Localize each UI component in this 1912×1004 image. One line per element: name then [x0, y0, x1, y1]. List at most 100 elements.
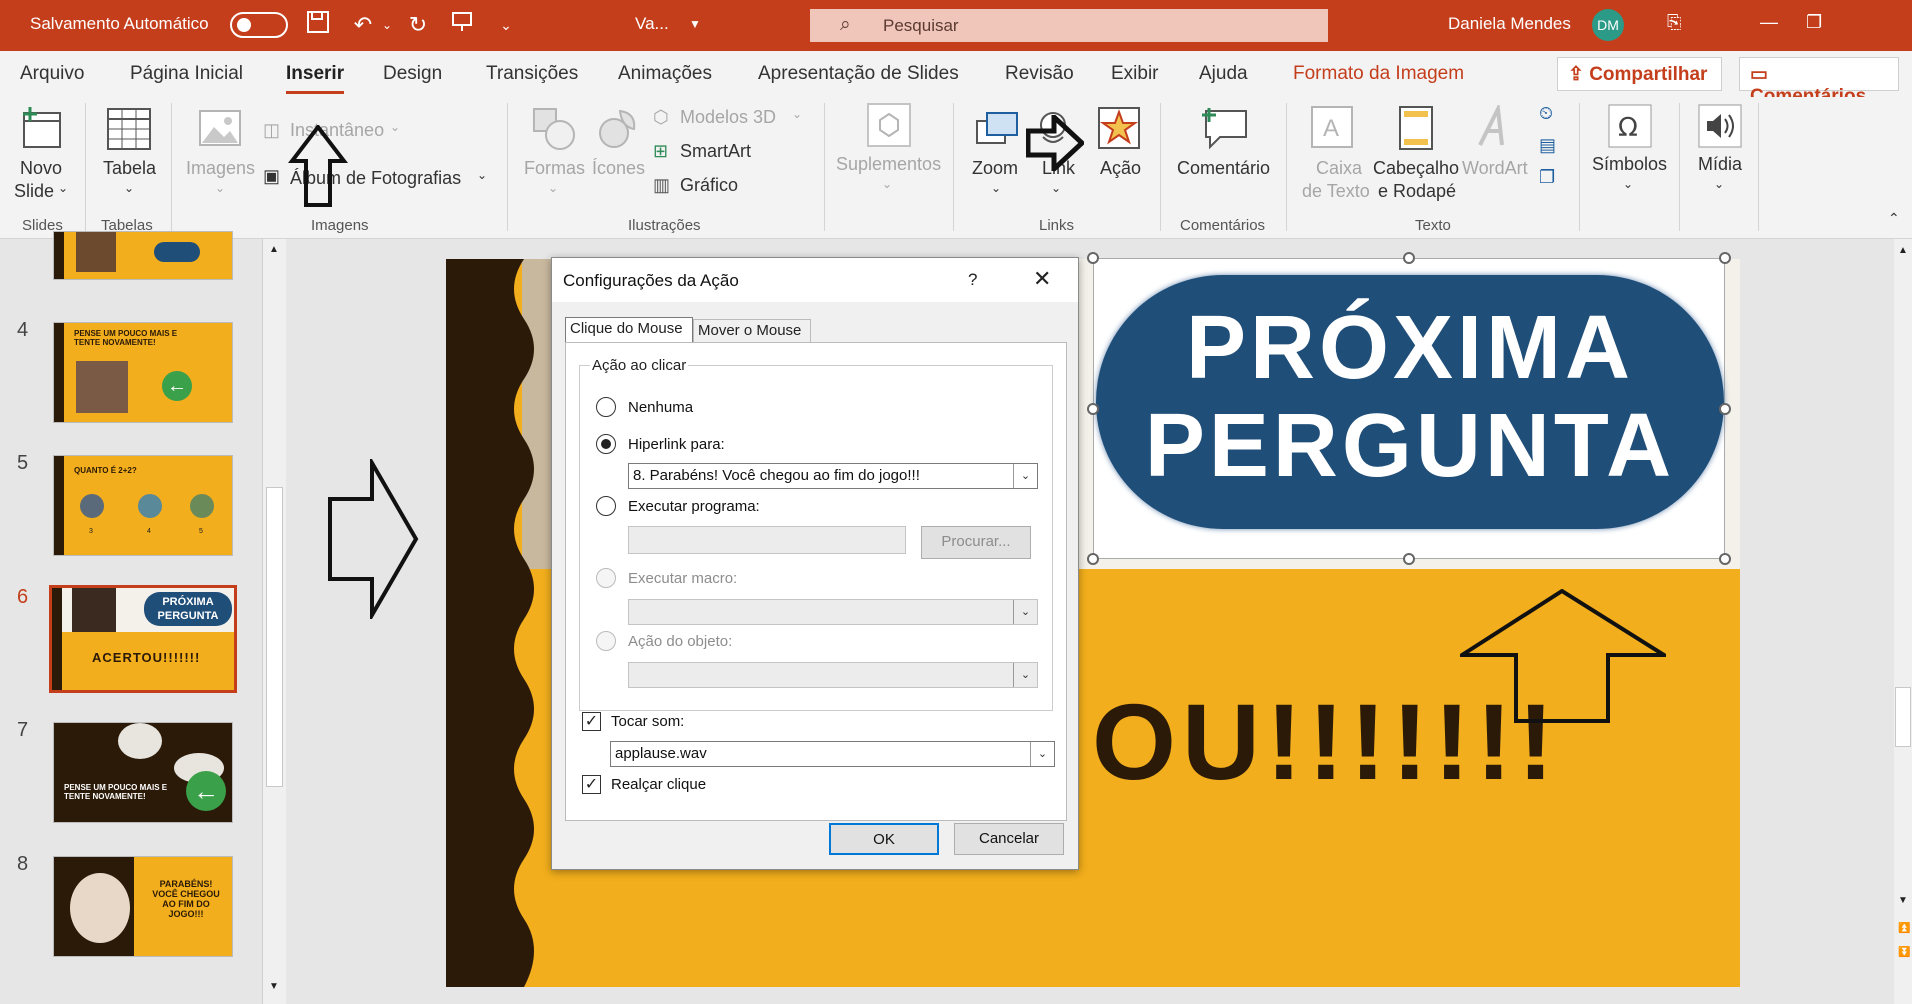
radio-hyperlink[interactable]	[596, 434, 616, 454]
photo-album-icon[interactable]: ▣	[263, 166, 280, 187]
media-label[interactable]: Mídia	[1698, 154, 1742, 175]
slide-thumbnail-5[interactable]: QUANTO É 2+2? 3 4 5	[53, 455, 233, 556]
radio-none[interactable]	[596, 397, 616, 417]
minimize-icon[interactable]: —	[1760, 12, 1778, 33]
tab-pagina-inicial[interactable]: Página Inicial	[130, 63, 243, 85]
previous-slide-icon[interactable]: ⏫	[1898, 923, 1910, 934]
shapes-icon[interactable]	[532, 107, 576, 156]
media-icon[interactable]	[1697, 103, 1743, 154]
zoom-icon[interactable]	[975, 107, 1021, 156]
new-slide-label[interactable]: Novo	[20, 158, 62, 179]
resize-handle[interactable]	[1087, 252, 1099, 264]
addins-label[interactable]: Suplementos	[836, 154, 941, 175]
undo-dropdown-icon[interactable]: ⌄	[372, 10, 402, 40]
3d-models-dropdown-icon[interactable]: ⌄	[792, 107, 802, 121]
slide-number-icon[interactable]: ▤	[1539, 135, 1556, 156]
play-sound-checkbox[interactable]: ✓	[582, 712, 601, 731]
tab-exibir[interactable]: Exibir	[1111, 63, 1159, 85]
header-footer-icon[interactable]	[1396, 105, 1436, 156]
resize-handle[interactable]	[1087, 553, 1099, 565]
slide-thumbnail-3[interactable]	[53, 231, 233, 280]
chart-icon[interactable]: ▥	[653, 175, 670, 196]
tab-mouse-over[interactable]: Mover o Mouse	[693, 319, 811, 343]
addins-dropdown-icon[interactable]: ⌄	[882, 177, 892, 191]
tab-formato-imagem[interactable]: Formato da Imagem	[1293, 63, 1464, 85]
wordart-icon[interactable]	[1476, 102, 1516, 154]
icons-label[interactable]: Ícones	[592, 158, 645, 179]
ribbon-display-icon[interactable]: ⎘	[1667, 12, 1681, 33]
date-time-icon[interactable]: ⏲	[1539, 103, 1553, 124]
slide-thumbnail-8[interactable]: PARABÉNS! VOCÊ CHEGOU AO FIM DO JOGO!!!	[53, 856, 233, 957]
comment-label[interactable]: Comentário	[1177, 158, 1270, 179]
photo-album-dropdown-icon[interactable]: ⌄	[477, 168, 487, 182]
header-footer-label-2[interactable]: e Rodapé	[1378, 181, 1456, 202]
resize-handle[interactable]	[1719, 252, 1731, 264]
tab-transicoes[interactable]: Transições	[486, 63, 578, 85]
autosave-toggle[interactable]	[230, 12, 288, 38]
canvas-scroll-down-icon[interactable]: ▼	[1898, 895, 1908, 906]
3d-models-icon[interactable]: ⬡	[653, 107, 669, 128]
addins-icon[interactable]	[866, 102, 912, 153]
screenshot-dropdown-icon[interactable]: ⌄	[390, 120, 400, 134]
tab-inserir[interactable]: Inserir	[286, 63, 345, 94]
action-label[interactable]: Ação	[1100, 158, 1141, 179]
object-action-dropdown-icon[interactable]: ⌄	[1013, 663, 1037, 687]
radio-run-program-label[interactable]: Executar programa:	[628, 498, 760, 515]
resize-handle[interactable]	[1719, 553, 1731, 565]
screenshot-icon[interactable]: ◫	[263, 120, 280, 141]
browse-button[interactable]: Procurar...	[921, 526, 1031, 559]
slide-thumbnail-7[interactable]: PENSE UM POUCO MAIS E TENTE NOVAMENTE! ←	[53, 722, 233, 823]
comment-icon[interactable]	[1200, 105, 1248, 156]
tab-animacoes[interactable]: Animações	[618, 63, 712, 85]
symbols-dropdown-icon[interactable]: ⌄	[1623, 177, 1633, 191]
document-name[interactable]: Va...	[635, 14, 669, 34]
hyperlink-dropdown-icon[interactable]: ⌄	[1013, 464, 1037, 488]
collapse-ribbon-icon[interactable]: ⌃	[1888, 210, 1900, 227]
symbols-icon[interactable]: Ω	[1607, 103, 1653, 154]
chart-label[interactable]: Gráfico	[680, 175, 738, 196]
dialog-help-button[interactable]: ?	[968, 270, 977, 290]
resize-handle[interactable]	[1403, 553, 1415, 565]
tab-apresentacao[interactable]: Apresentação de Slides	[758, 63, 959, 85]
zoom-label[interactable]: Zoom	[972, 158, 1018, 179]
images-dropdown-icon[interactable]: ⌄	[215, 181, 225, 195]
resize-handle[interactable]	[1087, 403, 1099, 415]
resize-handle[interactable]	[1403, 252, 1415, 264]
thumbnails-scrollbar[interactable]: ▲ ▼	[262, 239, 286, 1004]
wordart-label[interactable]: WordArt	[1462, 158, 1528, 179]
images-icon[interactable]	[198, 109, 242, 154]
textbox-icon[interactable]: A	[1310, 105, 1354, 154]
action-icon[interactable]	[1097, 106, 1141, 157]
program-path-input[interactable]	[628, 526, 906, 554]
document-dropdown-icon[interactable]: ▼	[689, 17, 701, 31]
hyperlink-select[interactable]: 8. Parabéns! Você chegou ao fim do jogo!…	[628, 463, 1038, 489]
avatar[interactable]: DM	[1592, 9, 1624, 41]
redo-icon[interactable]: ↻	[403, 10, 433, 40]
share-button[interactable]: ⇪ Compartilhar	[1557, 57, 1722, 91]
tab-design[interactable]: Design	[383, 63, 442, 85]
radio-run-macro[interactable]	[596, 568, 616, 588]
scroll-down-icon[interactable]: ▼	[269, 981, 279, 992]
table-icon[interactable]	[106, 107, 152, 156]
restore-icon[interactable]: ❐	[1806, 12, 1822, 33]
radio-hyperlink-label[interactable]: Hiperlink para:	[628, 436, 725, 453]
highlight-click-label[interactable]: Realçar clique	[611, 776, 706, 793]
zoom-dropdown-icon[interactable]: ⌄	[991, 181, 1001, 195]
shapes-dropdown-icon[interactable]: ⌄	[548, 181, 558, 195]
header-footer-label[interactable]: Cabeçalho	[1373, 158, 1459, 179]
new-slide-dropdown-icon[interactable]: ⌄	[58, 181, 68, 195]
user-name[interactable]: Daniela Mendes	[1448, 14, 1571, 34]
tab-revisao[interactable]: Revisão	[1005, 63, 1074, 85]
textbox-label[interactable]: Caixa	[1316, 158, 1362, 179]
object-icon[interactable]: ❐	[1539, 167, 1555, 188]
tab-mouse-click[interactable]: Clique do Mouse	[565, 317, 693, 343]
object-action-select[interactable]: ⌄	[628, 662, 1038, 688]
smartart-label[interactable]: SmartArt	[680, 141, 751, 162]
symbols-label[interactable]: Símbolos	[1592, 154, 1667, 175]
canvas-scrollbar[interactable]: ▲ ▼ ⏫ ⏬	[1894, 239, 1912, 1004]
customize-toolbar-icon[interactable]: ⌄	[491, 10, 521, 40]
next-slide-icon[interactable]: ⏬	[1898, 947, 1910, 958]
shapes-label[interactable]: Formas	[524, 158, 585, 179]
macro-select[interactable]: ⌄	[628, 599, 1038, 625]
new-slide-label-2[interactable]: Slide	[14, 181, 54, 202]
